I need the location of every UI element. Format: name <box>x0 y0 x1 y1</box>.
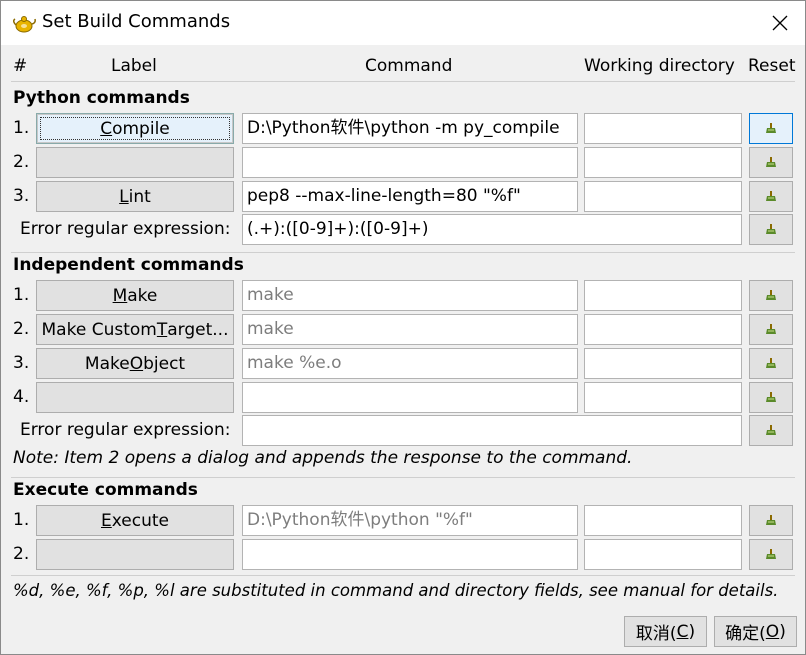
working-directory-field[interactable] <box>584 382 742 413</box>
header-reset: Reset <box>748 56 796 76</box>
row-number: 3. <box>13 186 30 206</box>
command-field[interactable]: pep8 --max-line-length=80 "%f" <box>242 181 578 212</box>
row-number: 2. <box>13 544 30 564</box>
ok-button[interactable]: 确定(O) <box>714 616 797 647</box>
working-directory-field[interactable] <box>584 280 742 311</box>
make-custom-target-label-button[interactable]: Make Custom Target... <box>36 314 234 345</box>
working-directory-field[interactable] <box>584 314 742 345</box>
command-field[interactable]: make <box>242 280 578 311</box>
dialog-window: Set Build Commands # Label Command Worki… <box>0 0 806 655</box>
close-icon[interactable] <box>761 7 799 39</box>
section-title-python: Python commands <box>13 88 190 108</box>
window-title: Set Build Commands <box>42 11 231 32</box>
header-separator <box>11 81 795 82</box>
geany-teapot-icon <box>12 11 36 35</box>
header-command: Command <box>365 56 453 76</box>
command-field[interactable]: D:\Python软件\python "%f" <box>242 505 578 536</box>
header-working-directory: Working directory <box>584 56 735 76</box>
section-separator <box>11 477 795 478</box>
clear-broom-icon <box>765 220 777 240</box>
reset-button[interactable] <box>749 147 793 178</box>
error-regex-label: Error regular expression: <box>20 420 231 440</box>
clear-broom-icon <box>765 119 777 139</box>
reset-button[interactable] <box>749 539 793 570</box>
reset-button[interactable] <box>749 314 793 345</box>
row-number: 2. <box>13 319 30 339</box>
clear-broom-icon <box>765 545 777 565</box>
section-title-execute: Execute commands <box>13 480 198 500</box>
clear-broom-icon <box>765 511 777 531</box>
clear-broom-icon <box>765 354 777 374</box>
reset-button[interactable] <box>749 505 793 536</box>
clear-broom-icon <box>765 153 777 173</box>
substitution-note: %d, %e, %f, %p, %l are substituted in co… <box>13 581 779 600</box>
section-separator <box>11 575 795 576</box>
header-label: Label <box>111 56 157 76</box>
row-number: 4. <box>13 387 30 407</box>
section-title-independent: Independent commands <box>13 255 244 275</box>
python-command-2-label-button[interactable] <box>36 147 234 178</box>
compile-label-button[interactable]: Compile <box>36 113 234 144</box>
reset-button[interactable] <box>749 280 793 311</box>
clear-broom-icon <box>765 421 777 441</box>
command-field[interactable] <box>242 539 578 570</box>
reset-button[interactable] <box>749 214 793 245</box>
clear-broom-icon <box>765 388 777 408</box>
error-regex-field[interactable]: (.+):([0-9]+):([0-9]+) <box>242 214 742 245</box>
row-number: 1. <box>13 285 30 305</box>
working-directory-field[interactable] <box>584 147 742 178</box>
reset-button[interactable] <box>749 113 793 144</box>
command-field[interactable]: make %e.o <box>242 348 578 379</box>
command-field[interactable]: make <box>242 314 578 345</box>
clear-broom-icon <box>765 320 777 340</box>
row-number: 2. <box>13 152 30 172</box>
title-bar: Set Build Commands <box>1 1 805 45</box>
lint-label-button[interactable]: Lint <box>36 181 234 212</box>
row-number: 1. <box>13 118 30 138</box>
clear-broom-icon <box>765 187 777 207</box>
command-field[interactable] <box>242 382 578 413</box>
working-directory-field[interactable] <box>584 113 742 144</box>
independent-command-4-label-button[interactable] <box>36 382 234 413</box>
reset-button[interactable] <box>749 415 793 446</box>
error-regex-field[interactable] <box>242 415 742 446</box>
command-field[interactable]: D:\Python软件\python -m py_compile <box>242 113 578 144</box>
row-number: 1. <box>13 510 30 530</box>
error-regex-label: Error regular expression: <box>20 219 231 239</box>
row-number: 3. <box>13 353 30 373</box>
header-number: # <box>13 56 28 76</box>
execute-command-2-label-button[interactable] <box>36 539 234 570</box>
cancel-button[interactable]: 取消(C) <box>624 616 707 647</box>
note-text: Note: Item 2 opens a dialog and appends … <box>13 448 633 468</box>
working-directory-field[interactable] <box>584 505 742 536</box>
make-object-label-button[interactable]: Make Object <box>36 348 234 379</box>
execute-label-button[interactable]: Execute <box>36 505 234 536</box>
reset-button[interactable] <box>749 181 793 212</box>
make-label-button[interactable]: Make <box>36 280 234 311</box>
reset-button[interactable] <box>749 382 793 413</box>
working-directory-field[interactable] <box>584 181 742 212</box>
section-separator <box>11 252 795 253</box>
reset-button[interactable] <box>749 348 793 379</box>
clear-broom-icon <box>765 286 777 306</box>
working-directory-field[interactable] <box>584 539 742 570</box>
command-field[interactable] <box>242 147 578 178</box>
working-directory-field[interactable] <box>584 348 742 379</box>
